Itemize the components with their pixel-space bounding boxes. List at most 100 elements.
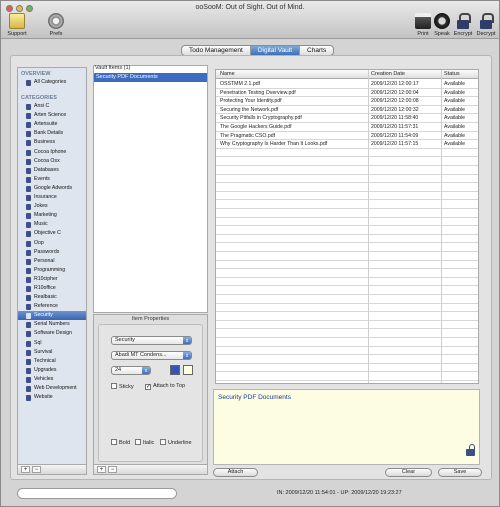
search-input[interactable] [17,488,177,499]
sidebar-item-category[interactable]: Reference [18,302,86,311]
category-select[interactable]: Security ⇕ [111,336,192,345]
table-row[interactable]: The Google Hackers Guide.pdf 2009/12/20 1… [216,123,478,132]
sidebar-item-all-categories[interactable]: All Categories [18,78,86,87]
sidebar-item-category[interactable]: Security [18,311,86,321]
table-row[interactable]: Why Cryptography Is Harder Than It Looks… [216,140,478,149]
font-size-select[interactable]: 24 ⇕ [111,366,151,375]
background-color-well[interactable] [183,365,193,375]
sidebar-item-category[interactable]: Arten Science [18,111,86,120]
sidebar-item-category[interactable]: Passwords [18,248,86,257]
sidebar-item-category[interactable]: Personal [18,257,86,266]
table-row[interactable]: OSSTMM 2.1.pdf 2009/12/20 12:00:17 Availab… [216,80,478,89]
italic-checkbox[interactable]: Italic [135,439,154,446]
speak-label: Speak [434,31,450,37]
sidebar-item-category[interactable]: Music [18,220,86,229]
item-properties-box: Security ⇕ Abadi MT Condens... ⇕ 24 ⇕ St… [98,324,203,462]
attach-to-top-label: Attach to Top [153,383,186,389]
save-button[interactable]: Save [438,468,482,477]
sidebar-item-category[interactable]: Cocoa Osx [18,157,86,166]
font-size-value: 24 [115,367,122,373]
sidebar-item-category[interactable]: Marketing [18,211,86,220]
remove-category-button[interactable]: − [32,466,41,473]
table-row [216,321,478,330]
table-row[interactable]: Security Pitfalls in Cryptography.pdf 200… [216,114,478,123]
sidebar-item-category[interactable]: Business [18,138,86,147]
title-bar: ooSooM: Out of Sight. Out of Mind. Suppo… [1,1,499,39]
sidebar-item-category[interactable]: Vehicles [18,375,86,384]
sidebar-item-category[interactable]: Jokes [18,202,86,211]
notes-area[interactable]: Security PDF Documents [213,389,480,465]
folder-icon [26,80,31,86]
column-header-status[interactable]: Status [444,71,460,77]
vault-items-header: Vault Items (1) [95,65,131,71]
column-header-name[interactable]: Name [220,71,235,77]
folder-icon [26,276,31,283]
cell-status: Available [444,81,465,87]
sidebar-item-category[interactable]: Oop [18,239,86,248]
table-row[interactable]: Penetration Testing Overview.pdf 2009/12/… [216,89,478,98]
column-divider [368,70,369,383]
table-row[interactable]: Securing the Network.pdf 2009/12/20 12:00… [216,106,478,115]
bold-checkbox[interactable]: Bold [111,439,130,446]
text-color-well[interactable] [170,365,180,375]
sidebar-item-label: R10office [34,284,56,291]
folder-icon [26,195,31,202]
sidebar-item-category[interactable]: Survival [18,348,86,357]
table-row[interactable]: Protecting Your Identity.pdf 2009/12/20 1… [216,97,478,106]
sticky-checkbox[interactable]: Sticky [111,383,134,390]
sidebar-item-category[interactable]: Website [18,393,86,402]
attach-to-top-checkbox[interactable]: ✓ Attach to Top [145,383,185,390]
category-sidebar: OVERVIEW All Categories CATEGORIES Ansi … [17,67,87,465]
sidebar-item-category[interactable]: Objective C [18,229,86,238]
sidebar-item-category[interactable]: Upgrades [18,366,86,375]
sidebar-item-category[interactable]: Web Development [18,384,86,393]
sidebar-item-category[interactable]: Bank Details [18,129,86,138]
sidebar-item-category[interactable]: Software Design [18,329,86,338]
sidebar-item-category[interactable]: Technical [18,357,86,366]
sidebar-item-category[interactable]: Ansi C [18,102,86,111]
sidebar-item-category[interactable]: Sql [18,339,86,348]
sidebar-item-category[interactable]: Programming [18,266,86,275]
lock-icon [455,13,471,29]
sidebar-item-category[interactable]: Google Adwords [18,184,86,193]
vault-item[interactable]: Security PDF Documents [94,73,207,82]
clear-button[interactable]: Clear [385,468,432,477]
notes-title: Security PDF Documents [218,394,291,401]
column-header-creation-date[interactable]: Creation Date [371,71,405,77]
sidebar-item-category[interactable]: Insurance [18,193,86,202]
vault-items-list[interactable] [93,65,208,313]
sidebar-item-label: Insurance [34,194,57,201]
cell-name: Why Cryptography Is Harder Than It Looks… [220,141,328,148]
table-row [216,338,478,347]
add-category-button[interactable]: + [21,466,30,473]
support-label: Support [7,31,27,37]
remove-item-button[interactable]: − [108,466,117,473]
attach-button[interactable]: Attach [213,468,258,477]
sidebar-item-category[interactable]: Serial Numbers [18,320,86,329]
sidebar-item-category[interactable]: Realbasic [18,293,86,302]
table-row[interactable]: The Pragmatic CSO.pdf 2009/12/20 11:54:09… [216,132,478,141]
cell-name: Penetration Testing Overview.pdf [220,89,296,96]
cell-name: Securing the Network.pdf [220,106,279,113]
sidebar-item-category[interactable]: Cocoa Iphone [18,148,86,157]
sidebar-item-category[interactable]: Artensuite [18,120,86,129]
sidebar-item-category[interactable]: R10office [18,284,86,293]
underline-checkbox[interactable]: Underline [160,439,192,446]
column-divider [441,70,442,383]
padlock-icon[interactable] [466,444,476,456]
folder-icon [26,131,31,138]
tab-todo-management[interactable]: Todo Management [182,46,251,55]
support-button[interactable]: Support [4,13,30,37]
sidebar-item-label: Ansi C [34,103,50,110]
sidebar-item-category[interactable]: R10cipher [18,275,86,284]
cell-creation-date: 2009/12/20 11:57:31 [371,124,419,130]
add-item-button[interactable]: + [97,466,106,473]
italic-label: Italic [143,440,155,446]
sidebar-item-category[interactable]: Databases [18,166,86,175]
tab-charts[interactable]: Charts [300,46,333,55]
tab-digital-vault[interactable]: Digital Vault [250,46,301,55]
decrypt-button[interactable]: Decrypt [473,13,499,37]
prefs-button[interactable]: Prefs [43,13,69,37]
font-select[interactable]: Abadi MT Condens... ⇕ [111,351,192,360]
sidebar-item-category[interactable]: Events [18,175,86,184]
